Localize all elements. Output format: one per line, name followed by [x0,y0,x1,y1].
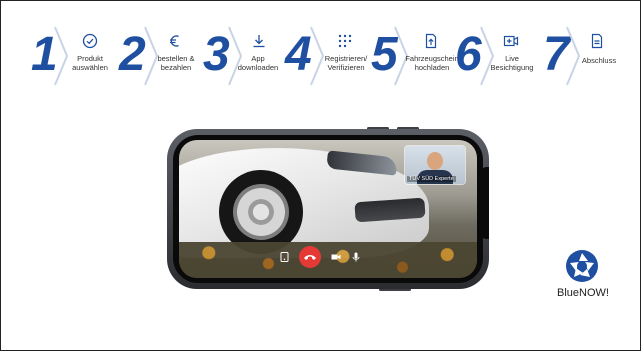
step-number: 3 [203,28,230,81]
dots-grid-icon [338,34,352,48]
upload-document-icon [425,33,437,49]
mute-button[interactable] [351,252,361,262]
phone-mockup: TÜV SÜD Experte [167,127,489,291]
step-number: 2 [119,28,146,81]
page-frame: 1 Produkt auswählen 2 bestellen & bezahl… [0,0,641,351]
document-icon [591,33,603,49]
camera-toggle-button[interactable] [331,252,341,262]
step-label: Produkt auswählen [72,54,108,72]
expert-face [427,152,443,170]
bluenow-logo: BlueNOW! [557,249,627,309]
step-label: Abschluss [581,56,617,65]
step-label: Live Besichtigung [490,54,534,72]
hang-up-icon [304,255,316,260]
steps-bar: 1 Produkt auswählen 2 bestellen & bezahl… [31,23,631,89]
call-controls [279,246,361,268]
step-label: App downloaden [237,54,279,72]
participant-name: TÜV SÜD Experte [407,176,456,182]
aperture-logo-icon [566,250,598,282]
expert-video-preview[interactable]: TÜV SÜD Experte [405,146,465,184]
flip-camera-button[interactable] [279,252,289,262]
step-label: Fahrzeugschein hochladen [405,54,459,72]
step-label: bestellen & bezahlen [157,54,195,72]
phone-notch [479,167,489,239]
video-call-screen: TÜV SÜD Experte [179,140,477,278]
video-add-icon [503,35,519,47]
step-number: 6 [455,28,482,81]
end-call-button[interactable] [299,246,321,268]
euro-icon [170,35,179,47]
step-label: Registrieren/ Verifizieren [324,54,368,72]
camera-icon [331,254,341,260]
microphone-icon [352,252,360,262]
download-icon [253,35,265,48]
check-circle-icon [82,33,98,49]
phone-device-icon [280,252,288,262]
brand-name: BlueNOW! [557,287,609,299]
step-number: 4 [285,28,312,81]
car-rim [233,184,289,240]
